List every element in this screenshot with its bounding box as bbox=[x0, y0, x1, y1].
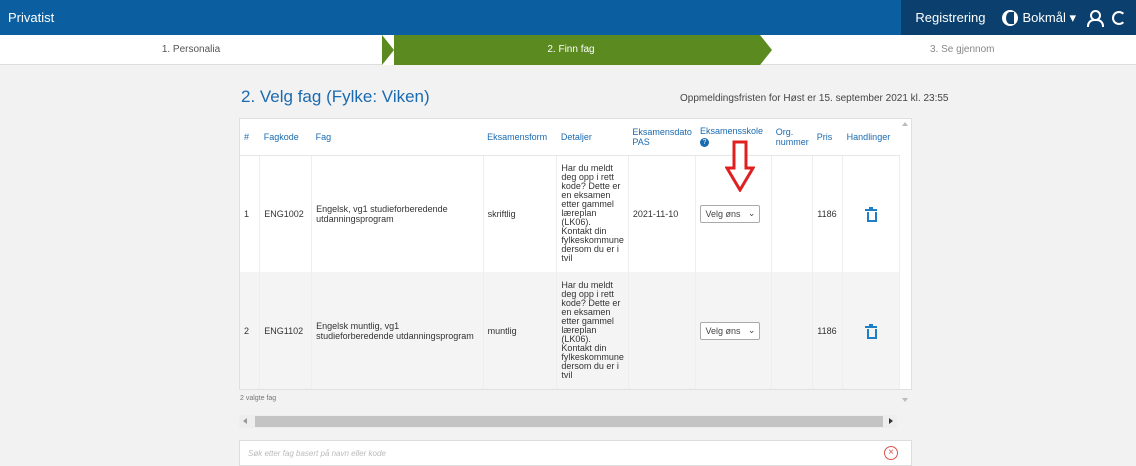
subjects-table: # Fagkode Fag Eksamensform Detaljer Eksa… bbox=[239, 118, 912, 390]
row-school: Velg øns ⌄ bbox=[695, 272, 773, 389]
row-subject: Engelsk muntlig, vg1 studieforberedende … bbox=[311, 272, 484, 389]
row-subject: Engelsk, vg1 studieforberedende utdannin… bbox=[311, 155, 484, 272]
table-row: 2 ENG1102 Engelsk muntlig, vg1 studiefor… bbox=[240, 272, 900, 389]
col-actions: Handlinger bbox=[842, 119, 900, 156]
search-input[interactable] bbox=[240, 441, 860, 465]
trash-icon[interactable] bbox=[865, 323, 878, 339]
row-code: ENG1002 bbox=[259, 155, 313, 272]
red-arrow-annotation bbox=[725, 140, 755, 192]
chevron-down-icon: ⌄ bbox=[747, 208, 756, 219]
language-label: Bokmål ▾ bbox=[1022, 9, 1077, 25]
row-price: 1186 bbox=[812, 272, 844, 389]
row-details: Har du meldt deg opp i rett kode? Dette … bbox=[556, 272, 629, 389]
row-actions bbox=[842, 272, 900, 389]
logout-icon[interactable] bbox=[1112, 10, 1126, 25]
top-bar-actions: Registrering Bokmål ▾ bbox=[901, 0, 1136, 35]
col-org: Org. nummer bbox=[771, 119, 813, 156]
trash-icon[interactable] bbox=[865, 206, 878, 222]
language-selector[interactable]: Bokmål ▾ bbox=[1001, 9, 1077, 26]
row-num: 2 bbox=[240, 272, 261, 389]
help-icon[interactable]: ? bbox=[699, 138, 709, 148]
progress-stepper: 1. Personalia 2. Finn fag 3. Se gjennom bbox=[0, 35, 1136, 65]
row-form: muntlig bbox=[483, 272, 558, 389]
col-code[interactable]: Fagkode bbox=[259, 119, 312, 156]
school-select-value: Velg øns bbox=[705, 208, 741, 219]
step-se-gjennom[interactable]: 3. Se gjennom bbox=[930, 35, 1050, 65]
vertical-scrollbar[interactable] bbox=[898, 118, 912, 408]
top-bar: Privatist Registrering Bokmål ▾ bbox=[0, 0, 1136, 35]
col-date[interactable]: Eksamensdato PAS bbox=[628, 119, 696, 156]
scrollbar-thumb[interactable] bbox=[255, 416, 883, 427]
row-org bbox=[771, 272, 814, 389]
scroll-up-icon[interactable] bbox=[902, 122, 908, 126]
row-form: skriftlig bbox=[483, 155, 558, 272]
chevron-down-icon: ⌄ bbox=[747, 325, 756, 335]
step-finn-fag[interactable]: 2. Finn fag bbox=[382, 35, 772, 65]
user-icon[interactable] bbox=[1086, 9, 1104, 27]
brand-title[interactable]: Privatist bbox=[0, 10, 901, 25]
scroll-down-icon[interactable] bbox=[902, 398, 908, 402]
step-personalia[interactable]: 1. Personalia bbox=[0, 35, 382, 65]
deadline-text: Oppmeldingsfristen for Høst er 15. septe… bbox=[680, 93, 949, 104]
language-icon bbox=[1001, 9, 1018, 26]
school-select[interactable]: Velg øns ⌄ bbox=[700, 204, 761, 223]
col-num: # bbox=[240, 119, 260, 156]
row-details: Har du meldt deg opp i rett kode? Dette … bbox=[556, 155, 629, 272]
row-code: ENG1102 bbox=[259, 272, 313, 389]
row-num: 1 bbox=[240, 155, 261, 272]
scroll-right-icon[interactable] bbox=[889, 418, 893, 424]
page-title: 2. Velg fag (Fylke: Viken) bbox=[241, 87, 430, 106]
col-school-label: Eksamensskole bbox=[699, 126, 763, 137]
row-date: 2021-11-10 bbox=[628, 155, 697, 272]
col-subject[interactable]: Fag bbox=[311, 119, 484, 156]
row-actions bbox=[842, 155, 900, 272]
horizontal-scrollbar[interactable] bbox=[239, 415, 897, 428]
col-price[interactable]: Pris bbox=[812, 119, 843, 156]
col-details: Detaljer bbox=[556, 119, 629, 156]
clear-icon[interactable]: × bbox=[884, 446, 898, 460]
subject-search: × bbox=[239, 440, 912, 466]
row-price: 1186 bbox=[812, 155, 844, 272]
table-row: 1 ENG1002 Engelsk, vg1 studieforberedend… bbox=[240, 155, 900, 272]
school-select-value: Velg øns bbox=[705, 325, 741, 336]
scroll-left-icon[interactable] bbox=[243, 418, 247, 424]
col-form[interactable]: Eksamensform bbox=[483, 119, 557, 156]
selected-count: 2 valgte fag bbox=[240, 395, 277, 402]
school-select[interactable]: Velg øns ⌄ bbox=[700, 321, 761, 340]
row-date bbox=[628, 272, 697, 389]
row-org bbox=[771, 155, 814, 272]
registration-link[interactable]: Registrering bbox=[909, 10, 991, 25]
